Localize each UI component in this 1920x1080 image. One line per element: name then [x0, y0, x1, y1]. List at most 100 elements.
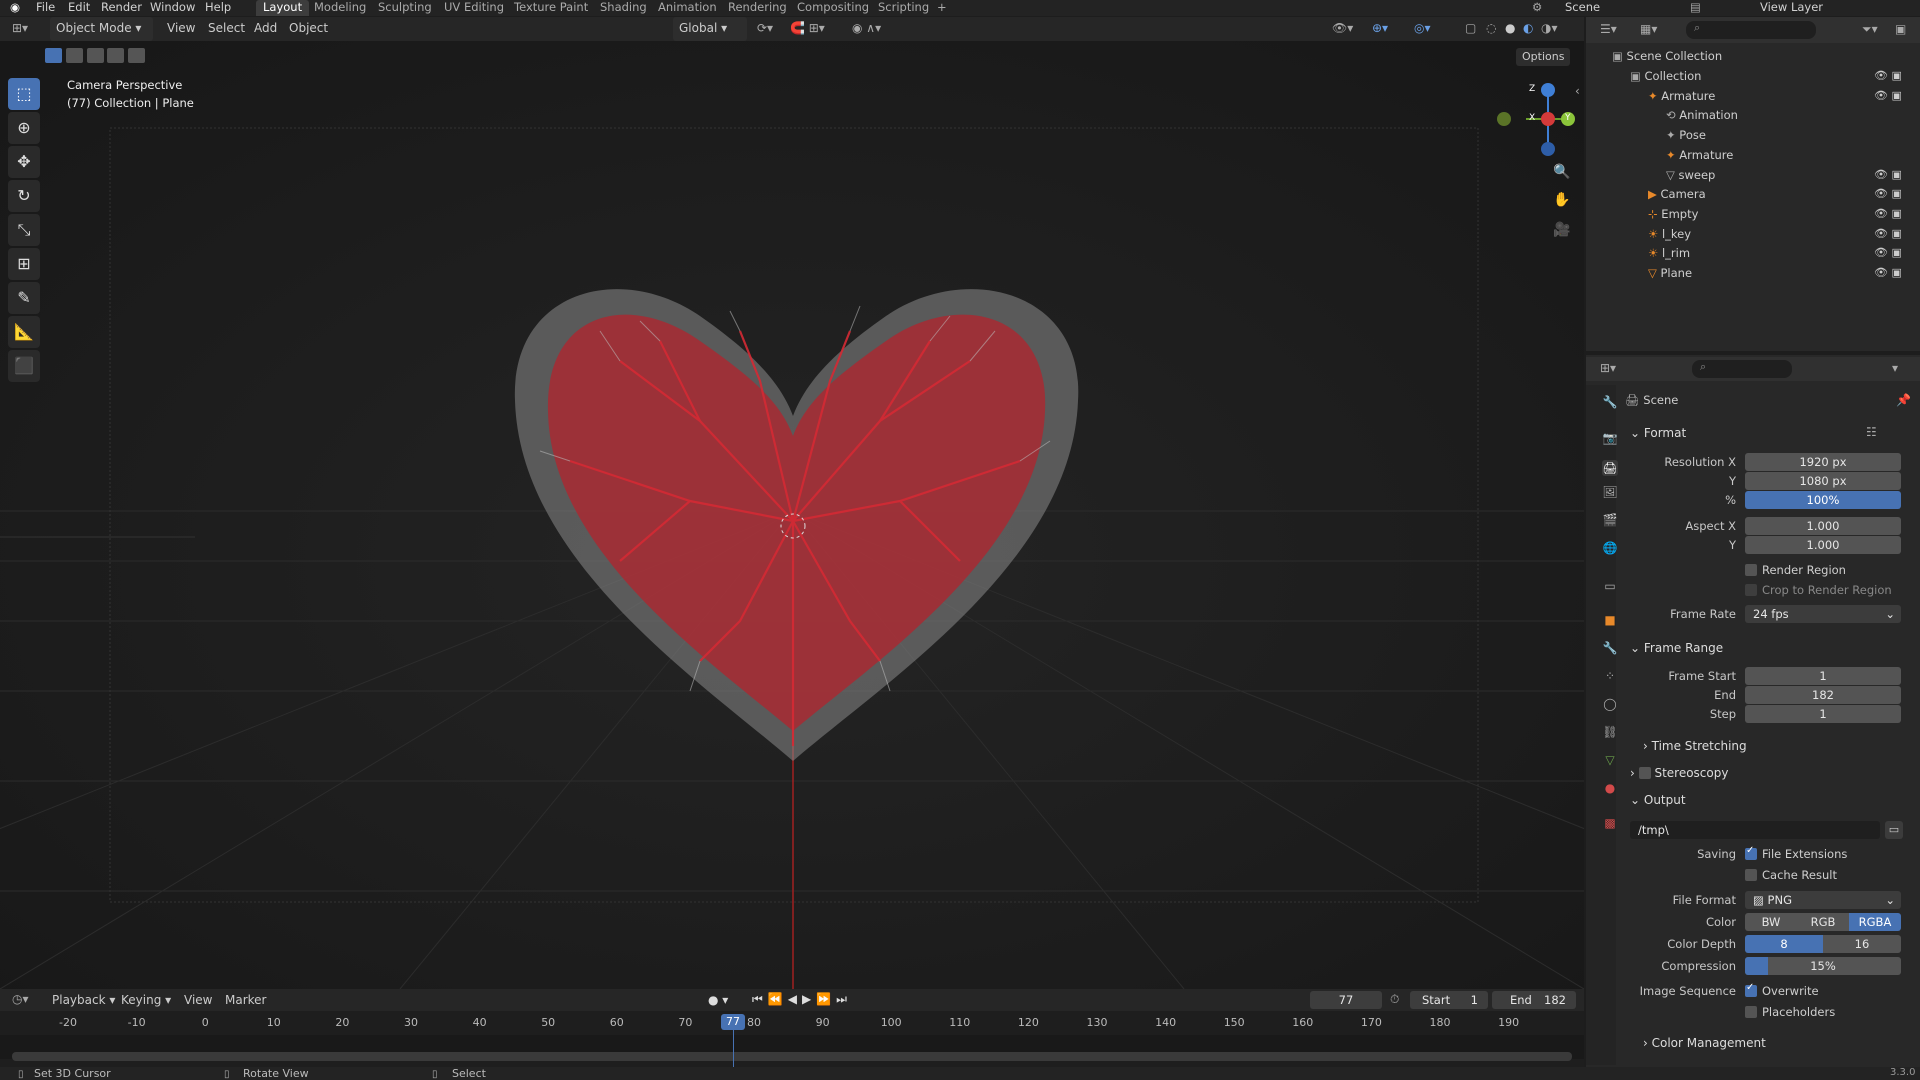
properties-editor-icon[interactable]: ⊞▾: [1600, 361, 1616, 375]
select-box-tool-icon[interactable]: ⬚: [8, 78, 40, 110]
compression-slider[interactable]: 15%: [1745, 957, 1901, 975]
cache-result-checkbox[interactable]: [1745, 869, 1757, 881]
timeline-scrollbar[interactable]: [12, 1052, 1572, 1061]
menu-help[interactable]: Help: [205, 0, 231, 16]
visibility-toggle-icon[interactable]: 👁 ▣: [1874, 207, 1902, 220]
visibility-toggle-icon[interactable]: 👁 ▣: [1874, 187, 1902, 200]
visibility-icon[interactable]: 👁▾: [1332, 17, 1353, 41]
xray-icon[interactable]: ▢: [1465, 17, 1476, 41]
material-tab-icon[interactable]: ●: [1602, 780, 1618, 796]
outliner-item[interactable]: ✦ Armature: [1666, 146, 1733, 164]
aspect-x-field[interactable]: 1.000: [1745, 517, 1901, 535]
measure-tool-icon[interactable]: 📐: [8, 316, 40, 348]
playback-controls[interactable]: ⏮⏪◀▶⏩⏭: [752, 992, 852, 1007]
modifier-tab-icon[interactable]: 🔧: [1602, 640, 1618, 656]
render-tab-icon[interactable]: 📷: [1602, 430, 1618, 446]
render-region-checkbox[interactable]: [1745, 564, 1757, 576]
menu-file[interactable]: File: [36, 0, 55, 16]
visibility-toggle-icon[interactable]: 👁 ▣: [1874, 168, 1902, 181]
menu-add[interactable]: Add: [254, 17, 277, 41]
view-layer-selector[interactable]: View Layer: [1760, 0, 1823, 16]
gizmo-y-label[interactable]: Y: [1565, 113, 1571, 123]
add-workspace-button[interactable]: +: [937, 0, 947, 16]
res-x-field[interactable]: 1920 px: [1745, 453, 1901, 471]
tab-sculpting[interactable]: Sculpting: [378, 0, 432, 16]
shading-rendered-icon[interactable]: ◑▾: [1541, 17, 1558, 41]
collection-tab-icon[interactable]: ▭: [1602, 578, 1618, 594]
color-bw-button[interactable]: BW: [1745, 913, 1797, 931]
gizmo-z-label[interactable]: Z: [1529, 84, 1535, 94]
current-frame-field[interactable]: 77: [1310, 991, 1382, 1009]
output-section-header[interactable]: ⌄ Output: [1630, 789, 1686, 811]
physics-tab-icon[interactable]: ◯: [1602, 696, 1618, 712]
res-y-field[interactable]: 1080 px: [1745, 472, 1901, 490]
outliner-item[interactable]: ⊹ Empty: [1648, 205, 1698, 223]
menu-render[interactable]: Render: [101, 0, 142, 16]
timeline-editor-icon[interactable]: ◷▾: [12, 992, 29, 1006]
frame-start-field[interactable]: 1: [1745, 667, 1901, 685]
gizmo-toggle-icon[interactable]: ⊕▾: [1372, 17, 1388, 41]
tab-scripting[interactable]: Scripting: [878, 0, 929, 16]
options-dropdown[interactable]: Options: [1516, 48, 1571, 66]
rotate-tool-icon[interactable]: ↻: [8, 180, 40, 212]
pivot-icon[interactable]: ⟳▾: [757, 17, 773, 41]
annotate-tool-icon[interactable]: ✎: [8, 282, 40, 314]
tab-rendering[interactable]: Rendering: [728, 0, 787, 16]
scale-tool-icon[interactable]: ⤡: [8, 214, 40, 246]
outliner-item[interactable]: ✦ Pose: [1666, 126, 1706, 144]
stereoscopy-checkbox[interactable]: [1638, 767, 1651, 779]
res-pct-field[interactable]: 100%: [1745, 491, 1901, 509]
outliner-editor-icon[interactable]: ☰▾: [1600, 22, 1617, 36]
color-rgb-button[interactable]: RGB: [1797, 913, 1849, 931]
tab-layout[interactable]: Layout: [256, 0, 310, 16]
tab-compositing[interactable]: Compositing: [797, 0, 869, 16]
visibility-toggle-icon[interactable]: 👁 ▣: [1874, 69, 1902, 82]
zoom-icon[interactable]: 🔍: [1553, 164, 1570, 180]
overlay-toggle-icon[interactable]: ◎▾: [1414, 17, 1431, 41]
outliner-item[interactable]: ✦ Armature: [1648, 87, 1715, 105]
start-frame-field[interactable]: Start 1: [1410, 991, 1488, 1009]
menu-keying[interactable]: Keying ▾: [121, 989, 171, 1013]
outliner-scene-collection[interactable]: ▣ Scene Collection: [1612, 47, 1722, 65]
constraint-tab-icon[interactable]: ⛓: [1602, 724, 1618, 740]
outliner-item[interactable]: ☀ l_rim: [1648, 244, 1690, 262]
frame-rate-dropdown[interactable]: 24 fps ⌄: [1745, 605, 1901, 623]
selection-mode-buttons[interactable]: [45, 48, 146, 66]
menu-timeline-view[interactable]: View: [184, 989, 212, 1013]
outliner-item[interactable]: ▽ sweep: [1666, 166, 1715, 184]
outliner-item[interactable]: ▽ Plane: [1648, 264, 1692, 282]
transform-tool-icon[interactable]: ⊞: [8, 248, 40, 280]
shading-material-icon[interactable]: ◐: [1523, 17, 1533, 41]
crop-region-checkbox[interactable]: [1745, 584, 1757, 596]
mode-selector[interactable]: Object Mode ▾: [50, 17, 153, 41]
add-cube-tool-icon[interactable]: ⬛: [8, 350, 40, 382]
menu-object[interactable]: Object: [289, 17, 328, 41]
camera-view-icon[interactable]: 🎥: [1553, 222, 1570, 238]
output-tab-icon[interactable]: 🖨: [1602, 460, 1618, 476]
file-format-dropdown[interactable]: ▨ PNG ⌄: [1745, 891, 1901, 909]
timeline-area[interactable]: [0, 1011, 1584, 1067]
world-tab-icon[interactable]: 🌐: [1602, 540, 1618, 556]
menu-view[interactable]: View: [167, 17, 195, 41]
folder-icon[interactable]: ▭: [1885, 821, 1903, 839]
view-layer-tab-icon[interactable]: 🖼: [1602, 484, 1618, 500]
tab-texture-paint[interactable]: Texture Paint: [514, 0, 588, 16]
format-section-header[interactable]: ⌄ Format: [1630, 422, 1686, 444]
texture-tab-icon[interactable]: ▩: [1602, 815, 1618, 831]
menu-playback[interactable]: Playback ▾: [52, 989, 115, 1013]
snap-icon[interactable]: 🧲 ⊞▾: [790, 17, 825, 41]
object-tab-icon[interactable]: ■: [1602, 612, 1618, 628]
frame-range-section-header[interactable]: ⌄ Frame Range: [1630, 637, 1723, 659]
depth-8-button[interactable]: 8: [1745, 935, 1823, 953]
particles-tab-icon[interactable]: ⁘: [1602, 668, 1618, 684]
stereoscopy-section[interactable]: › Stereoscopy: [1630, 762, 1728, 784]
tab-uv-editing[interactable]: UV Editing: [444, 0, 504, 16]
data-tab-icon[interactable]: ▽: [1602, 752, 1618, 768]
color-management-section[interactable]: › Color Management: [1643, 1032, 1766, 1054]
format-presets-icon[interactable]: ☷: [1866, 425, 1877, 439]
shading-wireframe-icon[interactable]: ◌: [1486, 17, 1496, 41]
filter-icon[interactable]: ⏷▾: [1862, 22, 1878, 37]
cursor-tool-icon[interactable]: ⊕: [8, 112, 40, 144]
properties-options-icon[interactable]: ▾: [1892, 361, 1898, 375]
pin-icon[interactable]: 📌: [1896, 393, 1911, 407]
